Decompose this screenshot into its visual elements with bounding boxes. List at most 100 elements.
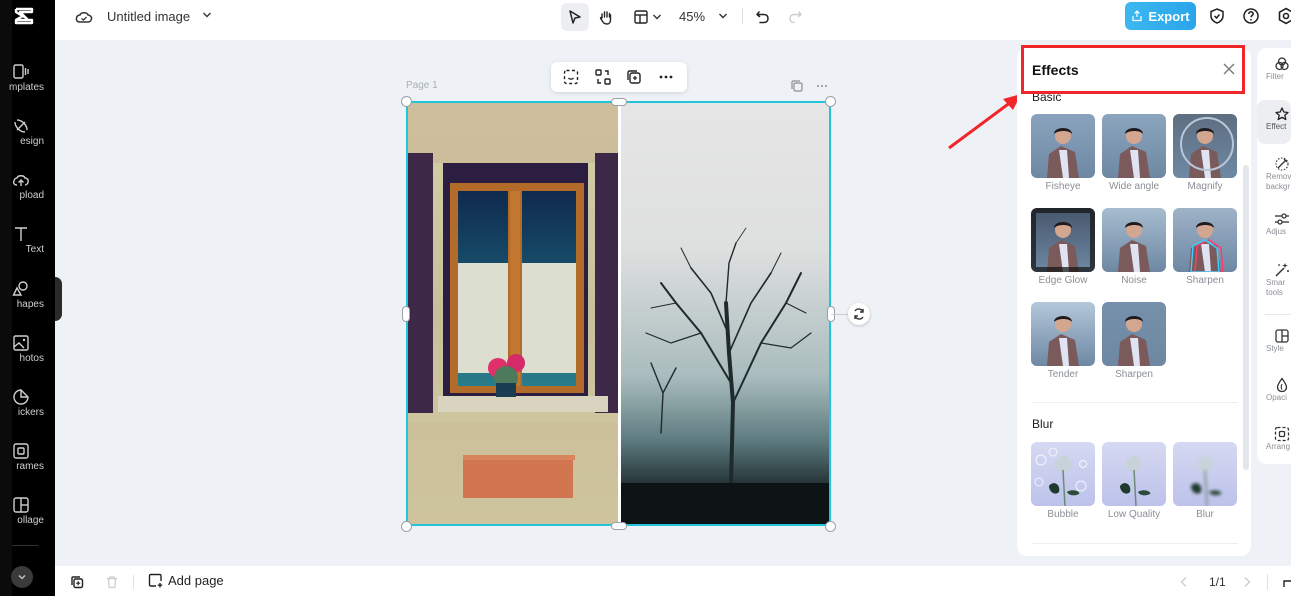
arrange-icon <box>1274 426 1290 442</box>
zoom-level[interactable]: 45% <box>679 9 705 24</box>
cloud-sync-icon[interactable] <box>75 8 93 26</box>
rotate-connector <box>831 314 848 315</box>
adjust-icon <box>1275 213 1289 225</box>
right-rail-smart-tools[interactable]: Smar tools <box>1257 262 1291 306</box>
more-tools-button[interactable] <box>11 566 33 588</box>
rail-item-design[interactable]: esign <box>0 117 55 167</box>
effect-tile-magnify[interactable]: Magnify <box>1173 114 1237 192</box>
redo-icon <box>789 11 802 24</box>
resize-handle-bottom-right[interactable] <box>825 521 836 532</box>
rail-item-shapes[interactable]: hapes <box>0 280 55 330</box>
effect-thumbnail <box>1102 442 1166 506</box>
effect-tile-blur[interactable]: Blur <box>1173 442 1237 520</box>
more-options-icon[interactable] <box>657 68 675 86</box>
effect-tile-bubble[interactable]: Bubble <box>1031 442 1095 520</box>
layout-tool-button[interactable] <box>629 3 665 31</box>
delete-page-icon[interactable] <box>105 575 119 589</box>
right-rail-divider <box>1265 314 1291 315</box>
effect-label: Tender <box>1047 369 1079 380</box>
right-rail-style[interactable]: Style <box>1257 328 1291 368</box>
effect-tile-wide-angle[interactable]: Wide angle <box>1102 114 1166 192</box>
resize-handle-bottom[interactable] <box>611 522 627 530</box>
collage-icon <box>13 497 29 513</box>
effect-tile-low-quality[interactable]: Low Quality <box>1102 442 1166 520</box>
panel-scrollbar[interactable] <box>1243 165 1249 470</box>
duplicate-page-icon[interactable] <box>790 79 804 93</box>
rail-label: rames <box>16 461 44 472</box>
capcut-logo-icon[interactable] <box>12 4 36 28</box>
right-rail-effects[interactable]: Effect <box>1257 100 1291 144</box>
annotation-arrow <box>948 94 1021 150</box>
resize-handle-bottom-left[interactable] <box>401 521 412 532</box>
effect-label: Sharpen <box>1115 369 1153 380</box>
effect-tile-sharpen[interactable]: Sharpen <box>1102 302 1166 380</box>
collapse-panel-handle[interactable] <box>55 277 62 321</box>
document-title[interactable]: Untitled image <box>107 9 190 24</box>
rail-item-photos[interactable]: hotos <box>0 334 55 384</box>
resize-handle-top[interactable] <box>611 98 627 106</box>
rotate-handle[interactable] <box>848 303 870 325</box>
effect-label: Fisheye <box>1045 181 1081 192</box>
duplicate-icon[interactable] <box>625 68 643 86</box>
select-tool-button[interactable] <box>561 3 589 31</box>
right-rail-adjust[interactable]: Adjus <box>1257 211 1291 251</box>
effect-thumbnail <box>1031 208 1095 272</box>
hand-icon <box>599 11 612 25</box>
next-page-icon[interactable] <box>1242 576 1252 588</box>
effect-label: Blur <box>1196 509 1214 520</box>
rotate-icon <box>854 308 864 320</box>
effect-tile-fisheye[interactable]: Fisheye <box>1031 114 1095 192</box>
settings-icon[interactable] <box>1277 7 1291 25</box>
right-rail-opacity[interactable]: Opaci <box>1257 377 1291 417</box>
close-icon[interactable] <box>1222 62 1236 76</box>
zoom-dropdown-icon[interactable] <box>718 11 728 21</box>
resize-handle-top-left[interactable] <box>401 96 412 107</box>
hand-tool-button[interactable] <box>593 3 619 31</box>
fullscreen-icon[interactable] <box>1283 576 1291 588</box>
rail-label: ickers <box>17 407 44 418</box>
remove-background-icon <box>1275 157 1289 171</box>
redo-button[interactable] <box>784 3 806 31</box>
section-divider <box>1032 543 1238 544</box>
export-button[interactable]: Export <box>1125 2 1196 30</box>
prev-page-icon[interactable] <box>1179 576 1189 588</box>
right-rail-filters[interactable]: Filter <box>1257 56 1291 98</box>
replace-icon[interactable] <box>594 68 612 86</box>
rail-item-collage[interactable]: ollage <box>0 496 55 546</box>
rail-item-text[interactable]: Text <box>0 225 55 275</box>
effect-thumbnail <box>1102 302 1166 366</box>
text-icon <box>15 227 27 241</box>
chevron-down-icon[interactable] <box>202 10 212 20</box>
page-more-icon[interactable] <box>815 79 829 93</box>
rail-label: ollage <box>17 515 44 526</box>
effect-tile-tender[interactable]: Tender <box>1031 302 1095 380</box>
rail-item-frames[interactable]: rames <box>0 442 55 492</box>
resize-handle-top-right[interactable] <box>825 96 836 107</box>
effects-panel: Effects Basic Fisheye Wide angle Magnify Ed… <box>1017 48 1251 556</box>
export-label: Export <box>1148 8 1190 24</box>
rail-item-upload[interactable]: pload <box>0 171 55 221</box>
effect-tile-sharpen[interactable]: Sharpen <box>1173 208 1237 286</box>
shield-icon[interactable] <box>1208 7 1226 25</box>
rail-item-templates[interactable]: mplates <box>0 63 55 113</box>
smart-crop-icon[interactable] <box>562 68 580 86</box>
effect-tile-edge-glow[interactable]: Edge Glow <box>1031 208 1095 286</box>
add-page-label: Add page <box>168 573 224 588</box>
rail-item-stickers[interactable]: ickers <box>0 388 55 438</box>
duplicate-page-icon[interactable] <box>70 575 84 589</box>
right-rail-remove-background[interactable]: Remov backgr <box>1257 156 1291 200</box>
effect-thumbnail <box>1173 114 1237 178</box>
undo-button[interactable] <box>752 3 774 31</box>
help-icon[interactable] <box>1242 7 1260 25</box>
effect-tile-noise[interactable]: Noise <box>1102 208 1166 286</box>
section-title-blur: Blur <box>1032 417 1054 431</box>
resize-handle-left[interactable] <box>402 306 410 322</box>
add-page-button[interactable]: Add page <box>148 573 224 588</box>
opacity-icon <box>1276 377 1288 393</box>
bottom-divider <box>1267 574 1268 590</box>
effect-thumbnail <box>1031 442 1095 506</box>
effect-thumbnail <box>1102 208 1166 272</box>
chevron-down-icon <box>652 14 661 20</box>
right-rail-label: Style <box>1266 344 1284 353</box>
right-rail-arrange[interactable]: Arrang <box>1257 426 1291 466</box>
